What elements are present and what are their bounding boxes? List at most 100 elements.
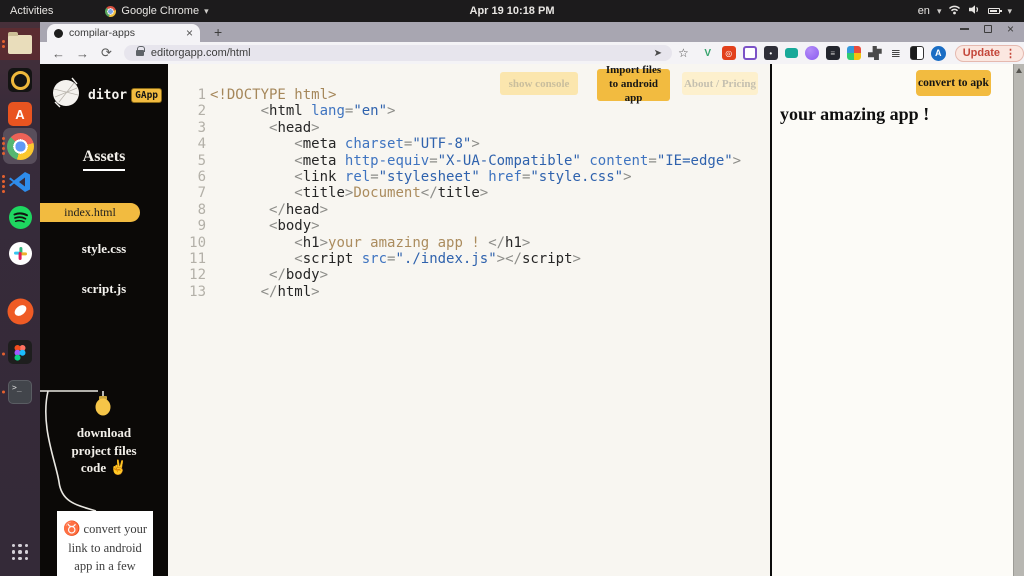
running-dots <box>2 175 5 193</box>
update-button[interactable]: Update ⋮ <box>954 44 1024 62</box>
dock-item-chrome[interactable] <box>0 128 40 164</box>
import-files-button[interactable]: Import files to android app <box>597 64 670 104</box>
dock-item-figma[interactable] <box>0 338 40 370</box>
active-app-highlight <box>3 128 37 164</box>
convert-to-apk-button[interactable]: convert to apk <box>916 70 991 96</box>
extension-icon-vue[interactable]: V <box>701 46 715 60</box>
download-note[interactable]: download project files code ✌ <box>40 424 168 479</box>
dock-item-files[interactable] <box>0 28 40 60</box>
file-item-style-css[interactable]: style.css <box>40 241 168 257</box>
bookmark-star-icon[interactable]: ☆ <box>678 46 689 60</box>
reading-list-icon[interactable]: ≣ <box>889 46 903 60</box>
close-window-button[interactable]: × <box>1007 23 1014 35</box>
code-line: 7 <title>Document</title> <box>168 185 770 201</box>
dock-item-vscode[interactable] <box>0 168 40 200</box>
maximize-button[interactable] <box>983 25 992 33</box>
spotify-icon <box>8 205 33 235</box>
code-editor[interactable]: show console Import files to android app… <box>168 64 770 576</box>
wire-and-bulb-illustration <box>40 390 111 512</box>
extensions-puzzle-icon[interactable] <box>867 46 882 60</box>
code-line: 8 </head> <box>168 202 770 218</box>
code-line: 9 <body> <box>168 218 770 234</box>
code-line: 13 </html> <box>168 284 770 300</box>
preview-pane: convert to apk your amazing app ! <box>772 64 1013 576</box>
about-pricing-button[interactable]: About / Pricing <box>682 72 758 95</box>
extension-icon-purple[interactable] <box>804 46 819 60</box>
line-number: 10 <box>189 234 206 251</box>
code-lines[interactable]: 1 <!DOCTYPE html> 2 <html lang="en"> 3 <hea… <box>168 87 770 300</box>
sphere-logo-icon <box>50 76 83 114</box>
reload-button[interactable]: ⟳ <box>101 45 112 61</box>
code-line: 2 <html lang="en"> <box>168 103 770 119</box>
extension-icon-dark-half[interactable] <box>909 46 924 60</box>
send-to-device-icon[interactable]: ➤ <box>654 48 662 59</box>
dock-item-terminal[interactable]: >_ <box>0 376 40 408</box>
forward-button[interactable]: → <box>76 46 89 61</box>
tab-strip: compilar-apps × + × <box>40 22 1024 42</box>
code-line: 5 <meta http-equiv="X-UA-Compatible" con… <box>168 153 770 169</box>
logo-text: ditor <box>88 87 128 103</box>
scroll-up-icon[interactable] <box>1016 68 1022 73</box>
tab-title: compilar-apps <box>69 27 135 39</box>
battery-icon[interactable] <box>988 8 1003 14</box>
line-number: 13 <box>189 283 206 300</box>
dock-item-slack[interactable] <box>0 240 40 272</box>
desktop: Activities Google Chrome ▾ Apr 19 10:18 … <box>0 0 1024 576</box>
ubuntu-dock: A >_ <box>0 22 40 576</box>
code-line: 4 <meta charset="UTF-8"> <box>168 136 770 152</box>
code-line: 12 </body> <box>168 267 770 283</box>
minimize-button[interactable] <box>959 28 969 30</box>
profile-avatar[interactable]: A <box>930 45 946 61</box>
vscode-icon <box>8 170 32 199</box>
extension-icon-teal[interactable] <box>784 48 798 58</box>
extension-icon-purple-outline[interactable] <box>742 46 757 60</box>
assets-sidebar: ditor GApp Assets index.html style.css s… <box>40 64 168 576</box>
new-tab-button[interactable]: + <box>214 24 222 40</box>
running-dots <box>2 40 5 48</box>
update-label: Update <box>962 47 1000 59</box>
victory-hand-icon: ✌ <box>106 461 128 477</box>
extension-icon-red[interactable]: ◎ <box>721 46 736 60</box>
running-dots <box>2 137 5 155</box>
extension-icon-dark-lines[interactable]: ≡ <box>825 46 840 60</box>
site-logo[interactable]: ditor GApp <box>50 76 163 114</box>
lock-icon[interactable] <box>135 46 145 56</box>
extensions-strip: V ◎ • ≡ ≣ A <box>701 45 946 61</box>
line-number: 8 <box>197 201 206 218</box>
line-number: 5 <box>197 152 206 169</box>
show-applications-button[interactable] <box>0 536 40 568</box>
address-bar[interactable]: editorgapp.com/html ➤ <box>123 45 672 61</box>
line-number: 6 <box>197 169 206 186</box>
line-number: 2 <box>197 103 206 120</box>
speaker-icon <box>8 68 32 92</box>
terminal-icon: >_ <box>8 380 32 404</box>
dock-item-postman[interactable] <box>0 298 40 330</box>
kebab-menu-icon[interactable]: ⋮ <box>1005 47 1016 60</box>
files-icon <box>8 31 32 54</box>
file-item-script-js[interactable]: script.js <box>40 281 168 297</box>
back-button[interactable]: ← <box>52 46 65 61</box>
extension-icon-dark-dot[interactable]: • <box>763 46 778 60</box>
running-dots <box>2 390 5 394</box>
page-content: ditor GApp Assets index.html style.css s… <box>40 64 1024 576</box>
code-line: 11 <script src="./index.js"></script> <box>168 251 770 267</box>
code-line: 3 <head> <box>168 120 770 136</box>
page-scrollbar[interactable] <box>1013 64 1024 576</box>
dock-item-ubuntu-software[interactable]: A <box>0 98 40 130</box>
line-number: 9 <box>197 218 206 235</box>
show-console-button[interactable]: show console <box>500 72 578 95</box>
clock[interactable]: Apr 19 10:18 PM <box>0 5 1024 17</box>
figma-icon <box>8 339 32 369</box>
browser-window: compilar-apps × + × ← → ⟳ editorgapp.com… <box>40 22 1024 576</box>
line-number: 7 <box>197 185 206 202</box>
close-tab-icon[interactable]: × <box>186 26 193 40</box>
dock-item-rhythmbox[interactable] <box>0 64 40 96</box>
tab-compilar-apps[interactable]: compilar-apps × <box>47 24 200 42</box>
dock-item-spotify[interactable] <box>0 204 40 236</box>
tab-favicon <box>54 28 63 38</box>
file-item-index-html[interactable]: index.html <box>40 203 140 222</box>
extension-icon-colorful-grid[interactable] <box>846 46 861 60</box>
browser-toolbar: ← → ⟳ editorgapp.com/html ➤ ☆ V ◎ • ≡ ≣ <box>40 42 1024 64</box>
slack-icon <box>8 241 33 271</box>
software-store-icon: A <box>8 102 32 126</box>
